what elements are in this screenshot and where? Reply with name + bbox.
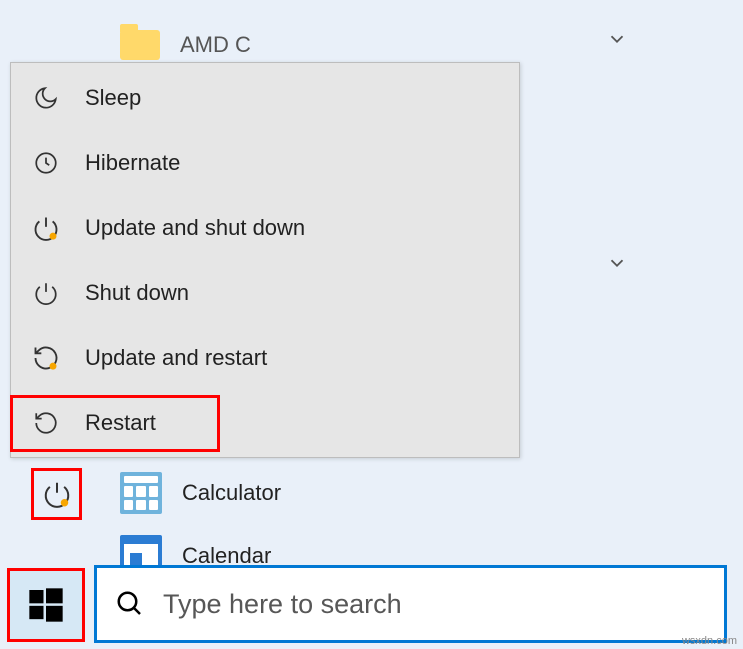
search-box[interactable]: Type here to search <box>94 565 727 643</box>
menu-label: Update and restart <box>85 345 267 371</box>
watermark: wsxdn.com <box>682 635 737 647</box>
menu-label: Sleep <box>85 85 141 111</box>
windows-logo-icon <box>26 585 66 625</box>
folder-label: AMD C <box>180 32 251 58</box>
power-update-icon <box>42 479 72 509</box>
folder-icon <box>120 30 160 60</box>
menu-item-restart[interactable]: Restart <box>11 390 519 455</box>
search-icon <box>115 589 145 619</box>
app-calculator[interactable]: Calculator <box>120 472 281 514</box>
menu-item-shutdown[interactable]: Shut down <box>11 260 519 325</box>
calculator-icon <box>120 472 162 514</box>
clock-icon <box>31 150 61 176</box>
menu-item-hibernate[interactable]: Hibernate <box>11 130 519 195</box>
power-menu: Sleep Hibernate Update and shut down Shu… <box>10 62 520 458</box>
menu-item-update-shutdown[interactable]: Update and shut down <box>11 195 519 260</box>
restart-icon <box>31 410 61 436</box>
app-label: Calculator <box>182 480 281 506</box>
menu-label: Hibernate <box>85 150 180 176</box>
chevron-down-icon[interactable] <box>606 252 628 274</box>
power-update-icon <box>31 214 61 242</box>
menu-label: Shut down <box>85 280 189 306</box>
moon-icon <box>31 85 61 111</box>
start-button[interactable] <box>7 568 85 642</box>
restart-update-icon <box>31 344 61 372</box>
search-placeholder: Type here to search <box>163 589 402 620</box>
menu-item-update-restart[interactable]: Update and restart <box>11 325 519 390</box>
menu-item-sleep[interactable]: Sleep <box>11 65 519 130</box>
app-list-item[interactable]: AMD C <box>120 30 251 60</box>
power-icon <box>31 280 61 306</box>
menu-label: Update and shut down <box>85 215 305 241</box>
sidebar-power-button[interactable] <box>31 468 82 520</box>
chevron-down-icon[interactable] <box>606 28 628 50</box>
menu-label: Restart <box>85 410 156 436</box>
